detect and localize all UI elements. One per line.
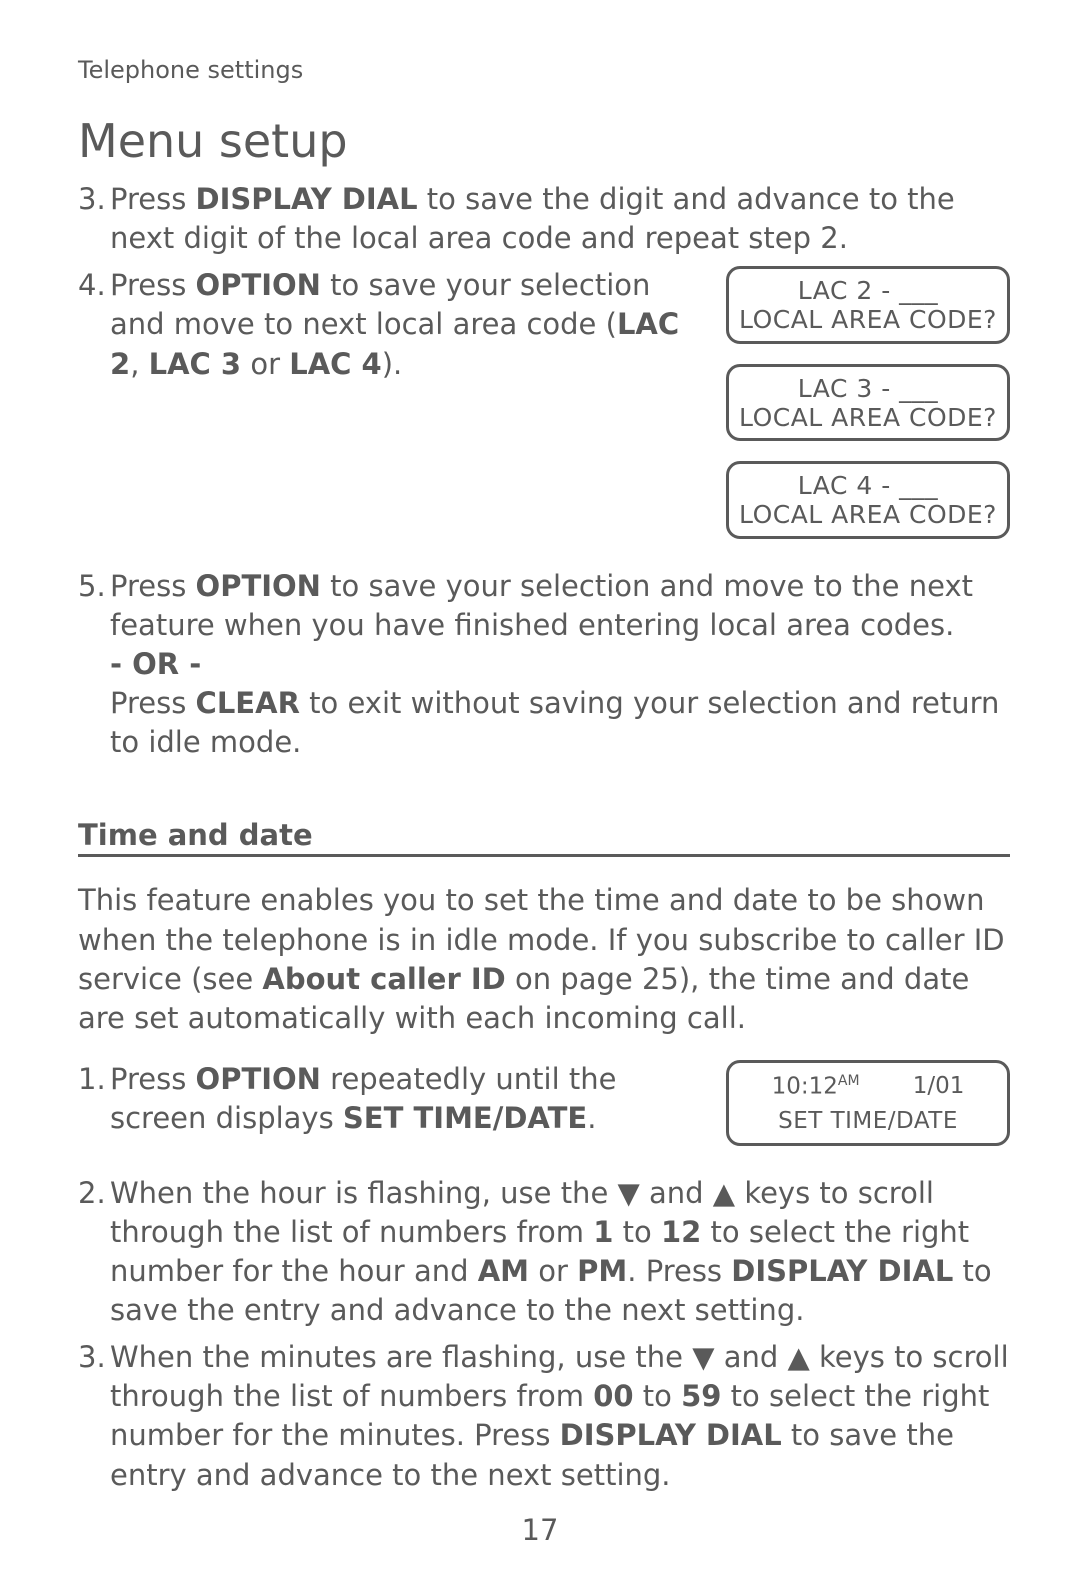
lcd-lac4: LAC 4 - ___ LOCAL AREA CODE? xyxy=(726,461,1010,539)
step-text: Press DISPLAY DIAL to save the digit and… xyxy=(110,180,1010,258)
lcd-line2: LOCAL AREA CODE? xyxy=(737,501,999,530)
step-number: 1. xyxy=(78,1060,110,1166)
lcd-line1: LAC 4 - ___ xyxy=(737,472,999,501)
lcd-line1: LAC 2 - ___ xyxy=(737,277,999,306)
td-step-3: 3. When the minutes are flashing, use th… xyxy=(78,1338,1010,1495)
page-number: 17 xyxy=(0,1513,1080,1547)
lcd-label: SET TIME/DATE xyxy=(737,1108,999,1136)
step-text: 10:12AM 1/01 SET TIME/DATE Press OPTION … xyxy=(110,1060,1010,1166)
lcd-time-date: 10:12AM 1/01 SET TIME/DATE xyxy=(726,1060,1010,1146)
breadcrumb: Telephone settings xyxy=(78,56,1010,84)
lcd-lac3: LAC 3 - ___ LOCAL AREA CODE? xyxy=(726,364,1010,442)
page-title: Menu setup xyxy=(78,114,1010,168)
step-number: 3. xyxy=(78,1338,110,1495)
lcd-line2: LOCAL AREA CODE? xyxy=(737,306,999,335)
step-text: When the minutes are flashing, use the ▼… xyxy=(110,1338,1010,1495)
lcd-time-float: 10:12AM 1/01 SET TIME/DATE xyxy=(726,1060,1010,1166)
step-number: 3. xyxy=(78,180,110,258)
lcd-date-value: 1/01 xyxy=(913,1073,965,1100)
or-divider: - OR - xyxy=(110,645,1010,684)
steps-list-a: 3. Press DISPLAY DIAL to save the digit … xyxy=(78,180,1010,762)
step-text: When the hour is flashing, use the ▼ and… xyxy=(110,1174,1010,1331)
lcd-line2: LOCAL AREA CODE? xyxy=(737,404,999,433)
step-3: 3. Press DISPLAY DIAL to save the digit … xyxy=(78,180,1010,258)
lcd-time-value: 10:12AM xyxy=(772,1073,860,1100)
step-4: 4. LAC 2 - ___ LOCAL AREA CODE? LAC 3 - … xyxy=(78,266,1010,559)
step-number: 5. xyxy=(78,567,110,763)
step-number: 4. xyxy=(78,266,110,559)
content: 3. Press DISPLAY DIAL to save the digit … xyxy=(78,180,1010,1495)
lcd-line1: LAC 3 - ___ xyxy=(737,375,999,404)
td-step-2: 2. When the hour is flashing, use the ▼ … xyxy=(78,1174,1010,1331)
step-5: 5. Press OPTION to save your selection a… xyxy=(78,567,1010,763)
step-text: LAC 2 - ___ LOCAL AREA CODE? LAC 3 - ___… xyxy=(110,266,1010,559)
time-date-intro: This feature enables you to set the time… xyxy=(78,881,1010,1038)
lcd-lac2: LAC 2 - ___ LOCAL AREA CODE? xyxy=(726,266,1010,344)
td-step-1: 1. 10:12AM 1/01 SET TIME/DATE Press OPTI… xyxy=(78,1060,1010,1166)
lcd-stack: LAC 2 - ___ LOCAL AREA CODE? LAC 3 - ___… xyxy=(726,266,1010,559)
steps-list-b: 1. 10:12AM 1/01 SET TIME/DATE Press OPTI… xyxy=(78,1060,1010,1495)
section-heading-time-date: Time and date xyxy=(78,818,1010,857)
step-text: Press OPTION to save your selection and … xyxy=(110,567,1010,763)
step-number: 2. xyxy=(78,1174,110,1331)
